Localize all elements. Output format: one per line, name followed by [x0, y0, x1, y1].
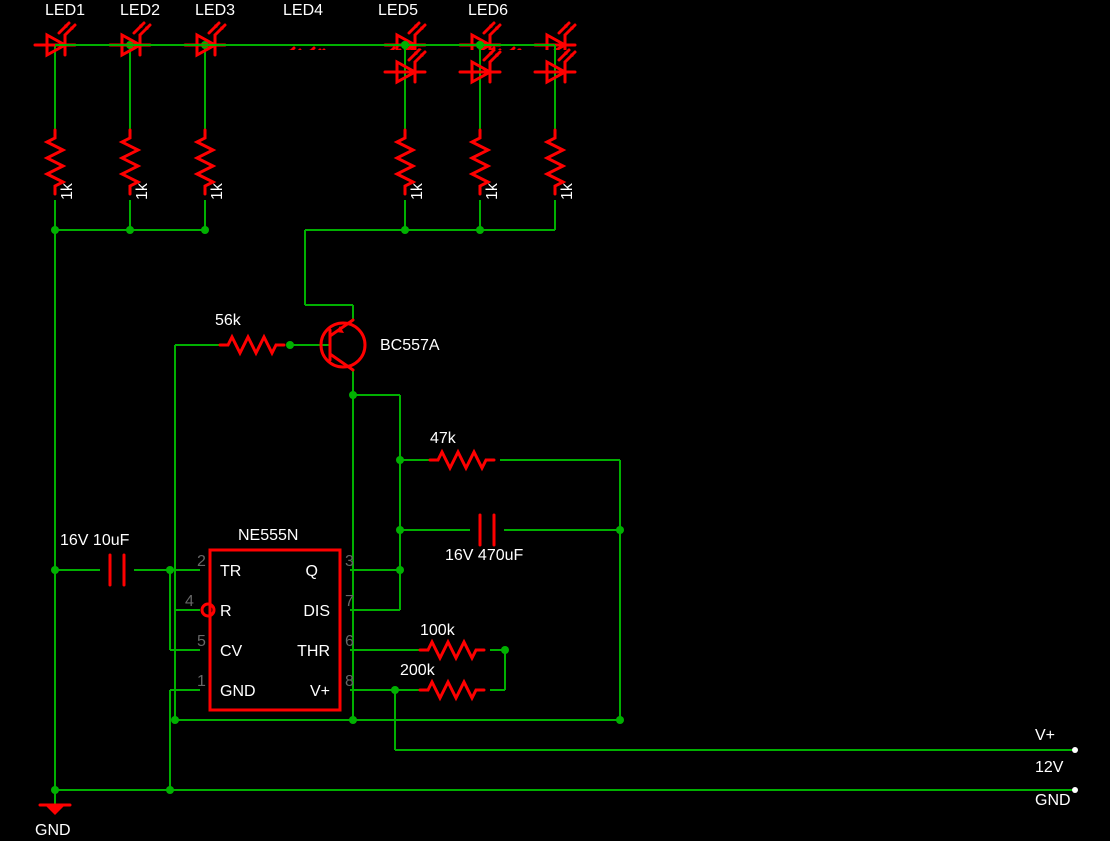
c-10uf-val: 16V 10uF [60, 532, 130, 549]
c-470uf [480, 515, 494, 545]
led5-label: LED5 [378, 2, 418, 19]
led4-label: LED4 [283, 2, 323, 19]
pin2-num: 2 [197, 553, 206, 570]
r-led6-val: 1k [559, 182, 576, 200]
led6-label: LED6 [468, 2, 508, 19]
r-56k-val: 56k [215, 312, 242, 329]
r-led4-val: 1k [409, 182, 426, 200]
pin7-name: DIS [303, 603, 330, 620]
pin1-name: GND [220, 683, 256, 700]
pin5-num: 5 [197, 633, 206, 650]
pin1-num: 1 [197, 673, 206, 690]
pin8-num: 8 [345, 673, 354, 690]
r-56k [220, 337, 284, 353]
ic-val: NE555N [238, 527, 298, 544]
led1 [35, 23, 75, 55]
gnd-rail-label: GND [1035, 792, 1071, 809]
pin8-name: V+ [310, 683, 330, 700]
gnd-symbol [40, 805, 70, 815]
led1-label: LED1 [45, 2, 85, 19]
led2-label: LED2 [120, 2, 160, 19]
pin6-num: 6 [345, 633, 354, 650]
r-led1-val: 1k [59, 182, 76, 200]
r-led5-val: 1k [484, 182, 501, 200]
led3 [185, 23, 225, 55]
r-100k [420, 642, 484, 658]
r-led2-val: 1k [134, 182, 151, 200]
led3-label: LED3 [195, 2, 235, 19]
r-47k-val: 47k [430, 430, 457, 447]
gnd-label: GND [35, 822, 71, 839]
pin7-num: 7 [345, 593, 354, 610]
transistor-val: BC557A [380, 337, 440, 354]
voltage-label: 12V [1035, 759, 1064, 776]
pin3-name: Q [306, 563, 318, 580]
r-200k-val: 200k [400, 662, 436, 679]
c-10uf [110, 555, 124, 585]
schematic-canvas: LED1 LED2 LED3 LED4 LED5 LED6 1k 1k 1k 1… [0, 0, 1110, 841]
pin5-name: CV [220, 643, 243, 660]
r-47k [430, 452, 494, 468]
vplus-label: V+ [1035, 727, 1055, 744]
r-200k [420, 682, 484, 698]
pin2-name: TR [220, 563, 241, 580]
c-470uf-val: 16V 470uF [445, 547, 524, 564]
r-100k-val: 100k [420, 622, 456, 639]
r-led3-val: 1k [209, 182, 226, 200]
led2 [110, 23, 150, 55]
pin4-num: 4 [185, 593, 194, 610]
pin6-name: THR [297, 643, 330, 660]
pin4-name: R [220, 603, 232, 620]
pin3-num: 3 [345, 553, 354, 570]
